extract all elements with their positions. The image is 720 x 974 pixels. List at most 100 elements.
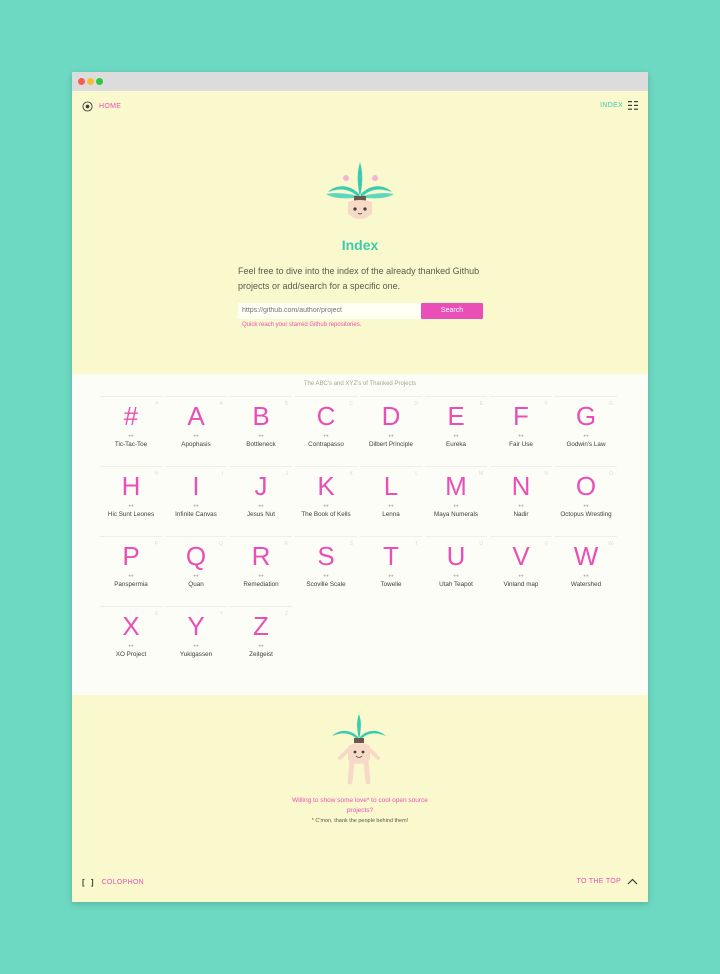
entry-count: ●● [323,503,329,508]
entry-letter: L [383,471,399,501]
entry-project-name: Jesus Nut [247,511,275,518]
index-entry[interactable]: M M ●● Maya Numerals [425,466,487,532]
to-top-link[interactable]: TO THE TOP [577,878,639,885]
entry-count: ●● [258,573,264,578]
index-label: INDEX [600,102,623,109]
mandrake-mascot-icon [326,162,394,219]
index-entry[interactable]: Y Y ●● Yukigassen [165,606,227,672]
home-label: HOME [99,103,122,110]
cta-text: Willing to show some love* to cool open … [292,797,428,814]
project-index: The ABC's and XYZ's of Thanked Projects … [72,374,648,695]
close-window-button[interactable] [78,78,85,85]
entry-project-name: The Book of Kells [301,511,351,518]
entry-project-name: Panspermia [114,581,148,588]
entry-project-name: Watershed [570,581,602,588]
entry-letter: D [381,401,401,431]
entry-letter: E [447,401,465,431]
entry-count: ●● [583,433,589,438]
entry-letter: H [121,471,141,501]
browser-window: HOME INDEX Index Feel free to dive into … [72,72,648,902]
index-entry[interactable]: C C ●● Contrapasso [295,396,357,462]
search-button[interactable]: Search [421,303,483,319]
entry-project-name: Infinite Canvas [175,511,217,518]
index-entry[interactable]: W W ●● Watershed [555,536,617,602]
brackets-icon: [ ] [82,878,96,887]
list-icon [628,101,638,110]
entry-count: ●● [258,433,264,438]
entry-letter: V [512,541,530,571]
index-entry[interactable]: N N ●● Nadir [490,466,552,532]
colophon-label: COLOPHON [101,879,145,886]
colophon-link[interactable]: [ ] COLOPHON [82,878,144,887]
to-top-label: TO THE TOP [576,878,621,885]
entry-project-name: XO Project [115,651,147,658]
index-entry[interactable]: K K ●● The Book of Kells [295,466,357,532]
entry-count: ●● [453,573,459,578]
entry-count: ●● [323,433,329,438]
entry-project-name: Scoville Scale [306,581,346,588]
index-entry[interactable]: X X ●● XO Project [100,606,162,672]
github-url-input[interactable] [238,303,422,319]
entry-count: ●● [388,433,394,438]
index-entry[interactable]: U U ●● Utah Teapot [425,536,487,602]
entry-letter: X [122,611,140,641]
index-entry[interactable]: Q Q ●● Quan [165,536,227,602]
entry-project-name: Bottleneck [246,441,276,448]
index-entry[interactable]: S S ●● Scoville Scale [295,536,357,602]
entry-count: ●● [258,503,264,508]
entry-project-name: Remediation [243,581,279,588]
index-entry[interactable]: G G ●● Godwin's Law [555,396,617,462]
entry-letter: G [575,401,597,431]
entry-project-name: Lenna [382,511,400,518]
entry-count: ●● [583,573,589,578]
index-entry[interactable]: # # ●● Tic-Tac-Toe [100,396,162,462]
page-description: Feel free to dive into the index of the … [238,266,480,291]
entry-count: ●● [323,573,329,578]
index-entry[interactable]: D D ●● Dilbert Principle [360,396,422,462]
index-entry[interactable]: B B ●● Bottleneck [230,396,292,462]
entry-project-name: Towelie [380,581,402,588]
entry-letter: Z [253,611,269,641]
index-entry[interactable]: F F ●● Fair Use [490,396,552,462]
index-entry[interactable]: Z Z ●● Zeitgeist [230,606,292,672]
maximize-window-button[interactable] [96,78,103,85]
entry-letter: S [317,541,335,571]
entry-project-name: Eureka [446,441,466,448]
index-entry[interactable]: A A ●● Apophasis [165,396,227,462]
entry-project-name: Vinland map [503,581,539,588]
entry-count: ●● [193,503,199,508]
index-link[interactable]: INDEX [600,101,638,110]
index-entry[interactable]: H H ●● Hic Sunt Leones [100,466,162,532]
index-entry[interactable]: T T ●● Towelie [360,536,422,602]
entry-letter: F [513,401,529,431]
index-entry[interactable]: V V ●● Vinland map [490,536,552,602]
index-entry[interactable]: J J ●● Jesus Nut [230,466,292,532]
entry-project-name: Zeitgeist [249,651,273,658]
entry-count: ●● [193,573,199,578]
minimize-window-button[interactable] [87,78,94,85]
index-entry[interactable]: E E ●● Eureka [425,396,487,462]
entry-project-name: Tic-Tac-Toe [114,441,148,448]
entry-count: ●● [128,643,134,648]
starred-repos-link[interactable]: Quick reach your starred Github reposito… [242,322,361,328]
entry-letter: M [445,471,467,501]
entry-letter: J [254,471,268,501]
entry-count: ●● [128,573,134,578]
entry-letter: U [446,541,466,571]
entry-project-name: Maya Numerals [433,511,479,518]
index-entry[interactable]: R R ●● Remediation [230,536,292,602]
home-link[interactable]: HOME [82,101,121,112]
index-entry[interactable]: O O ●● Octopus Wrestling [555,466,617,532]
index-entry[interactable]: P P ●● Panspermia [100,536,162,602]
entry-count: ●● [518,433,524,438]
entry-count: ●● [453,503,459,508]
entry-count: ●● [583,503,589,508]
index-entry[interactable]: I I ●● Infinite Canvas [165,466,227,532]
window-titlebar [72,72,648,91]
entry-count: ●● [518,573,524,578]
entry-count: ●● [388,573,394,578]
entry-count: ●● [388,503,394,508]
index-entry[interactable]: L L ●● Lenna [360,466,422,532]
entry-letter: W [573,541,599,571]
entry-project-name: Fair Use [509,441,533,448]
